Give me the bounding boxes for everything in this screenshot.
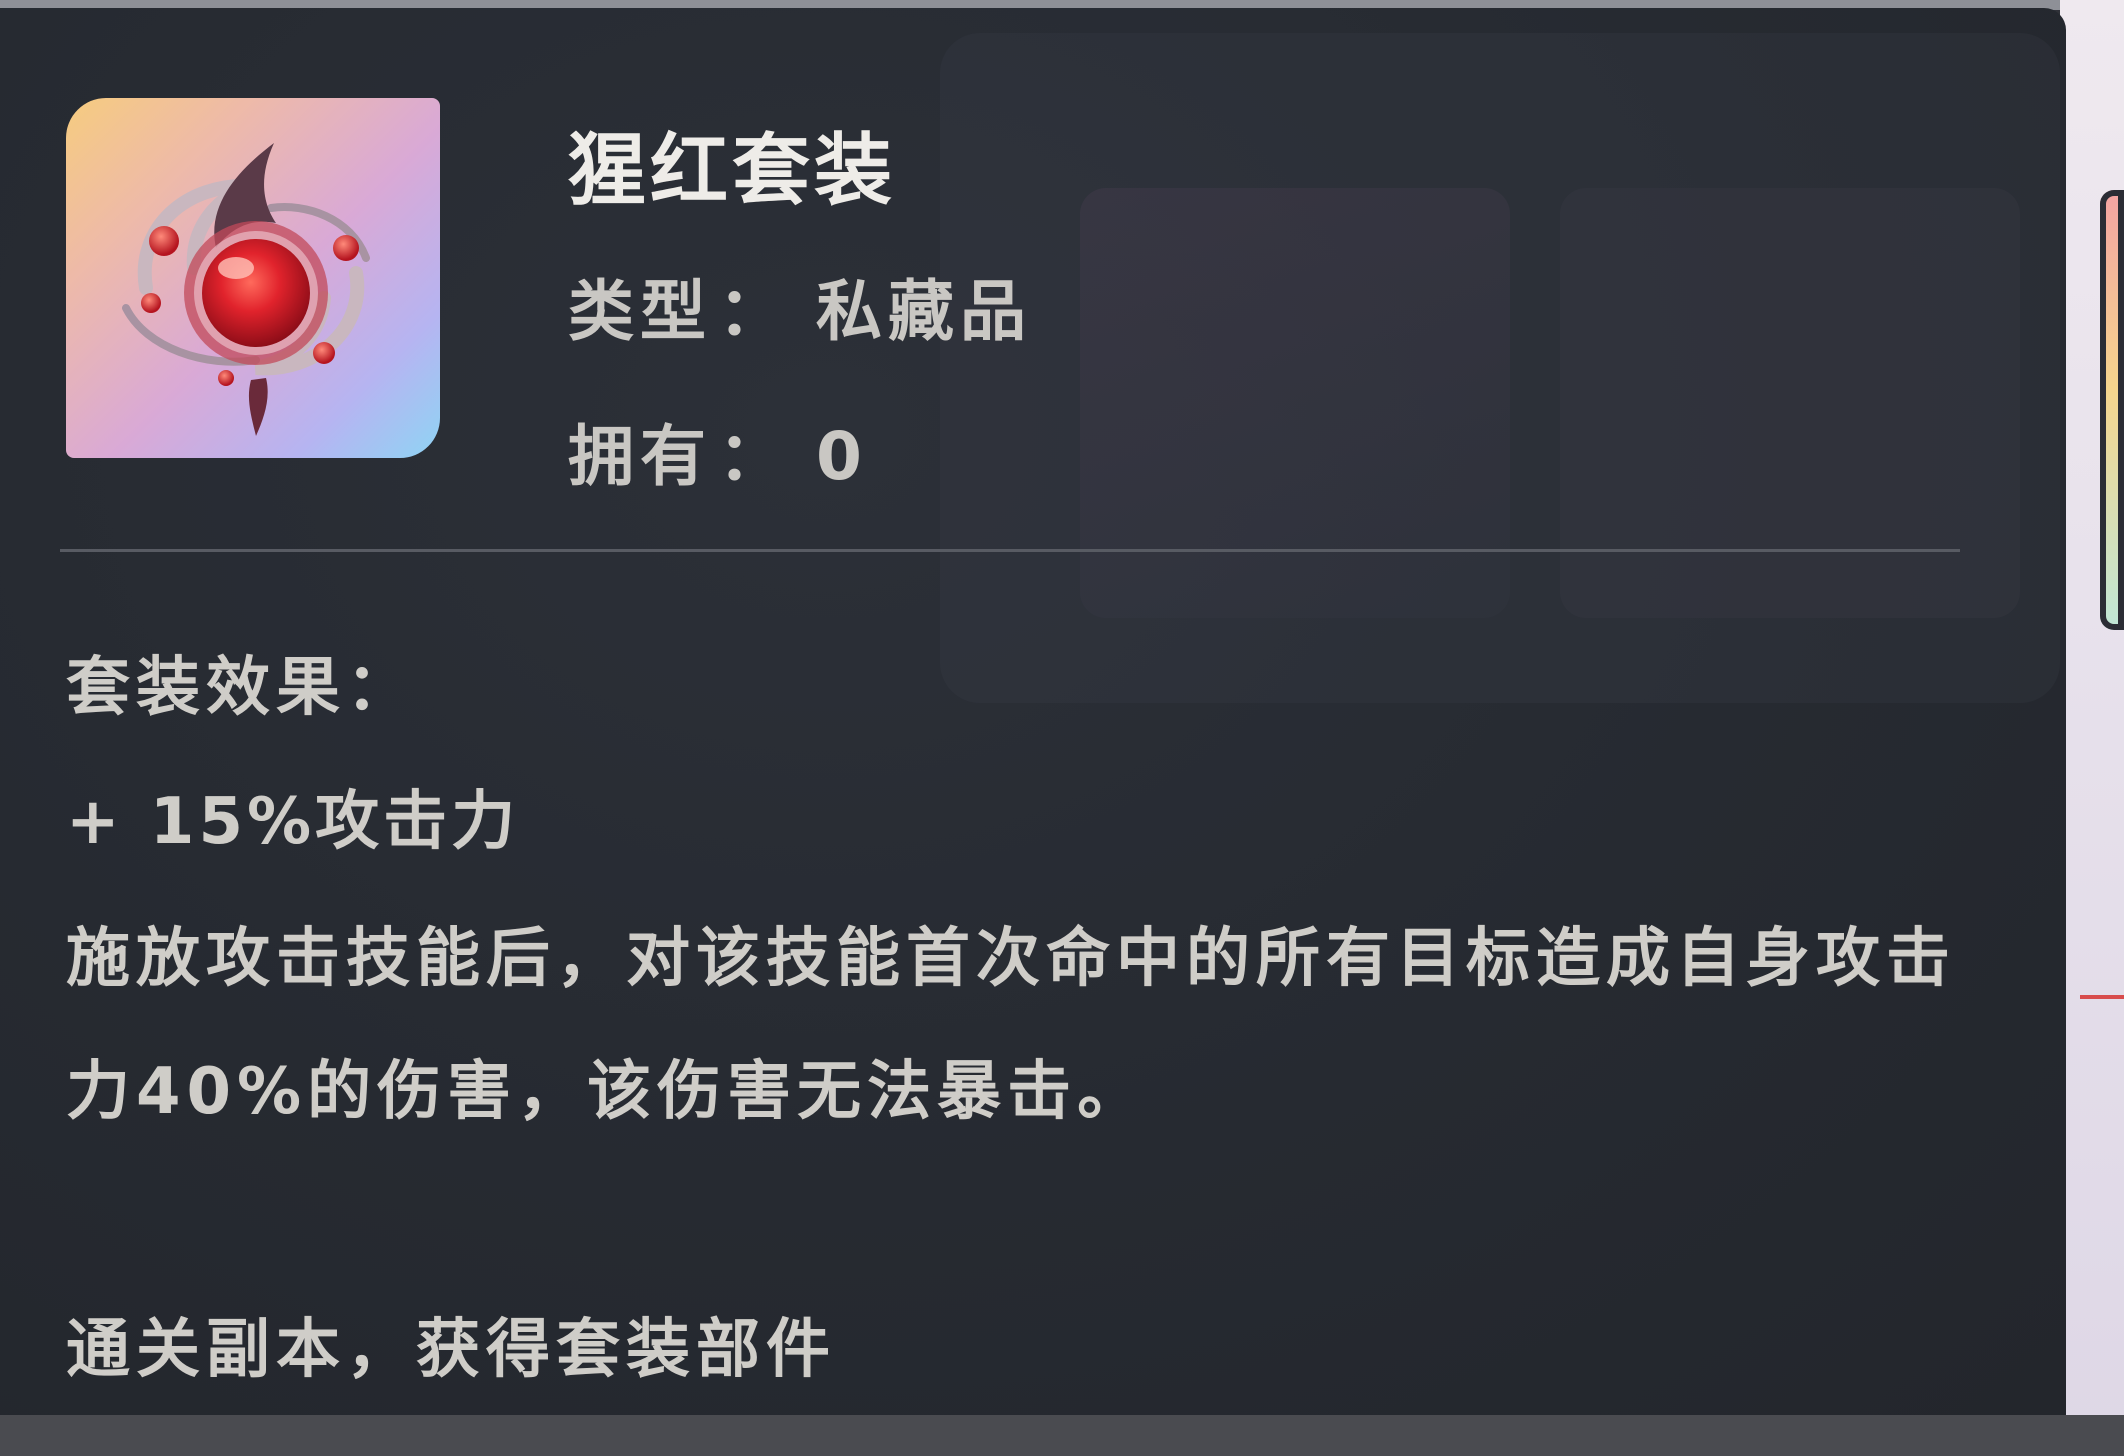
acquire-hint: 通关副本，获得套装部件 <box>66 1313 836 1387</box>
item-type-label: 类型 <box>568 273 712 350</box>
label-separator: ： <box>718 273 790 350</box>
game-screen: 猩红套装 类型： 私藏品 拥有： 0 套装效果： + 15%攻击力 施放攻击技能后，… <box>0 0 2124 1456</box>
item-owned-label: 拥有 <box>568 418 712 495</box>
item-owned-row: 拥有： 0 <box>568 403 868 499</box>
item-name: 猩红套装 <box>568 126 897 216</box>
item-type-value: 私藏品 <box>816 273 1032 350</box>
set-effect-description: 施放攻击技能后，对该技能首次命中的所有目标造成自身攻击力40%的伤害，该伤害无法… <box>66 922 1956 1129</box>
background-blur-card <box>1080 188 1510 618</box>
item-icon-frame <box>66 98 440 458</box>
background-card-edge <box>2100 190 2124 630</box>
item-owned-value: 0 <box>816 418 868 495</box>
background-blur-card <box>1560 188 2020 618</box>
item-tooltip-panel: 猩红套装 类型： 私藏品 拥有： 0 套装效果： + 15%攻击力 施放攻击技能后，… <box>0 8 2066 1415</box>
background-red-line <box>2080 995 2124 999</box>
label-separator: ： <box>718 418 790 495</box>
background-ui-right <box>2060 0 2124 1456</box>
item-type-row: 类型： 私藏品 <box>568 258 1032 354</box>
set-effect-stat: + 15%攻击力 <box>66 785 520 859</box>
set-effect-heading: 套装效果： <box>66 651 416 725</box>
section-divider <box>60 549 1960 552</box>
scarlet-gem-emblem-icon <box>122 143 370 436</box>
background-ui-bottom <box>0 1415 2124 1456</box>
